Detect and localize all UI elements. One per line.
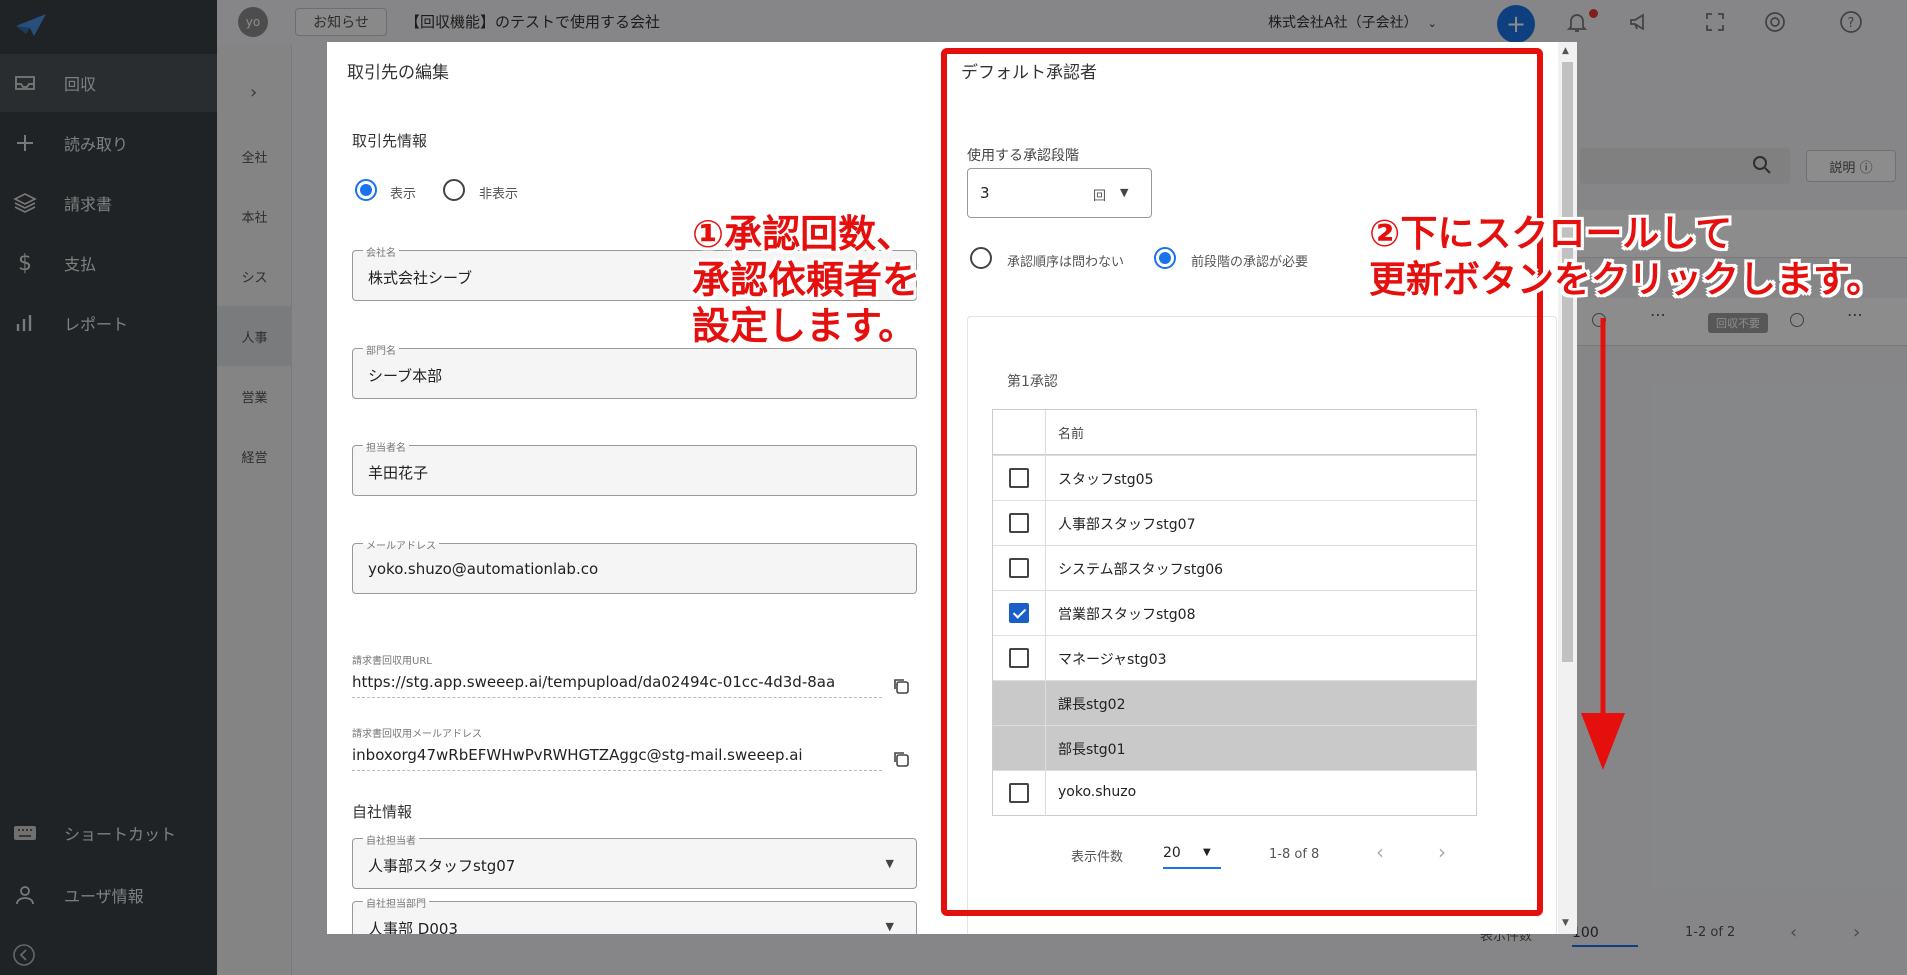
annotation-arrow-down-icon xyxy=(1581,318,1625,770)
field-value: 株式会社シーブ xyxy=(368,269,473,287)
radio-show[interactable] xyxy=(355,179,377,201)
annotation-line: 更新ボタンをクリックします。 xyxy=(1369,258,1884,301)
caret-down-icon: ▼ xyxy=(885,857,894,870)
field-label: 担当者名 xyxy=(363,439,409,454)
annotation-line: 設定します。 xyxy=(692,304,917,348)
contact-name-field[interactable]: 担当者名 羊田花子 xyxy=(352,439,917,496)
department-name-field[interactable]: 部門名 シーブ本部 xyxy=(352,342,917,399)
radio-hide-label: 非表示 xyxy=(479,187,519,202)
field-label: 自社担当部門 xyxy=(363,895,429,910)
scroll-down-icon[interactable]: ▼ xyxy=(1562,918,1569,928)
invoice-email-readonly: 請求書回収用メールアドレス inboxorg47wRbEFWHwPvRWHGTZ… xyxy=(352,725,892,771)
annotation-line: ②下にスクロールして xyxy=(1369,212,1733,255)
annotation-note-1: ①承認回数、 承認依頼者を 設定します。 xyxy=(692,211,920,349)
own-department-select[interactable]: 自社担当部門 人事部 D003 ▼ xyxy=(352,895,917,934)
field-value: 人事部スタッフstg07 xyxy=(368,857,516,875)
field-value: 人事部 D003 xyxy=(368,920,458,934)
readonly-value: https://stg.app.sweeep.ai/tempupload/da0… xyxy=(352,673,882,698)
own-contact-select[interactable]: 自社担当者 人事部スタッフstg07 ▼ xyxy=(352,832,917,889)
dialog-scrollbar[interactable]: ▲ ▼ xyxy=(1558,42,1577,934)
field-label: 会社名 xyxy=(363,244,399,259)
invoice-url-readonly: 請求書回収用URL https://stg.app.sweeep.ai/temp… xyxy=(352,652,892,698)
annotation-highlight-box xyxy=(941,48,1543,916)
copy-icon[interactable] xyxy=(892,677,910,695)
dialog-title: 取引先の編集 xyxy=(347,63,449,83)
radio-show-label: 表示 xyxy=(390,187,417,202)
field-value: yoko.shuzo@automationlab.co xyxy=(368,560,599,578)
field-label: 自社担当者 xyxy=(363,832,419,847)
field-value: シーブ本部 xyxy=(368,367,443,385)
annotation-line: 承認依頼者を xyxy=(692,258,921,302)
scroll-up-icon[interactable]: ▲ xyxy=(1562,46,1569,56)
field-label: 部門名 xyxy=(363,342,399,357)
section-title-partner: 取引先情報 xyxy=(352,132,428,150)
annotation-line: ①承認回数、 xyxy=(692,212,915,256)
field-value: 羊田花子 xyxy=(368,464,429,482)
radio-hide[interactable] xyxy=(443,179,465,201)
section-title-own: 自社情報 xyxy=(352,803,413,821)
annotation-note-2: ②下にスクロールして 更新ボタンをクリックします。 xyxy=(1369,211,1883,303)
readonly-label: 請求書回収用URL xyxy=(352,656,432,667)
copy-icon[interactable] xyxy=(892,750,910,768)
readonly-label: 請求書回収用メールアドレス xyxy=(352,729,482,740)
scrollbar-thumb[interactable] xyxy=(1562,62,1573,662)
field-label: メールアドレス xyxy=(363,537,439,552)
caret-down-icon: ▼ xyxy=(885,920,894,933)
readonly-value: inboxorg47wRbEFWHwPvRWHGTZAggc@stg-mail.… xyxy=(352,746,882,771)
email-field[interactable]: メールアドレス yoko.shuzo@automationlab.co xyxy=(352,537,917,594)
